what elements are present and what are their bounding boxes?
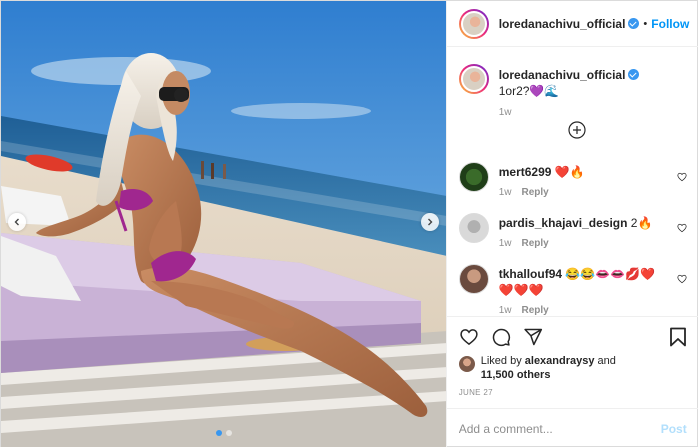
caption-username-link[interactable]: loredanachivu_official [499,68,640,82]
comment-age: 1w [498,305,512,316]
avatar[interactable] [458,8,489,39]
heart-icon[interactable] [677,172,687,182]
comment-text: 2🔥 [630,216,653,230]
post-side-panel: loredanachivu_official • Follow loredana… [445,1,698,447]
comment-input[interactable] [458,421,661,436]
comment-icon[interactable] [491,327,511,347]
chevron-right-icon [428,218,433,226]
comments-list[interactable]: loredanachivu_official 1or2?💜🌊 1w mert62… [447,48,698,316]
heart-icon[interactable] [677,274,687,284]
add-comment-bar: Post [446,408,698,447]
comment-avatar[interactable] [458,162,489,192]
bookmark-icon[interactable] [669,327,687,347]
comment-age: 1w [498,187,512,198]
beach-photo-image [1,1,446,447]
verified-badge-icon [628,17,640,29]
liked-by-user-link[interactable]: alexandraysy [525,355,595,367]
post-date[interactable]: JUNE 27 [459,388,493,397]
comment-avatar[interactable] [458,213,489,243]
comment-item: mert6299 ❤️🔥 1w Reply [458,162,691,198]
liked-by-prefix: Liked by [480,355,522,367]
header-username-link[interactable]: loredanachivu_official [499,17,640,31]
likes-count-link[interactable]: 11,500 others [481,369,551,381]
add-circle-icon[interactable] [568,121,586,139]
comment-username-link[interactable]: tkhallouf94 [499,267,562,281]
heart-icon[interactable] [677,223,687,233]
carousel-dot-1 [216,430,222,436]
caption-age: 1w [498,107,512,118]
share-icon[interactable] [523,327,543,347]
comment-item: pardis_khajavi_design 2🔥 1w Reply [458,213,691,249]
caption-text: 1or2?💜🌊 [498,84,560,98]
reply-button[interactable]: Reply [522,238,549,249]
carousel-dot-2 [226,430,232,436]
comment-text: ❤️🔥 [554,165,585,179]
action-bar [459,327,543,347]
next-slide-button[interactable] [421,213,439,231]
comment-username-link[interactable]: mert6299 [499,165,552,179]
post-comment-button[interactable]: Post [661,422,687,436]
header-separator: • [643,17,648,30]
carousel-indicator [1,430,446,436]
post-photo[interactable] [1,1,446,447]
caption-avatar[interactable] [458,64,489,94]
comment-item: tkhallouf94 😂😂👄👄💋❤️❤️❤️❤️ 1w Reply [458,264,691,316]
liked-by-and: and [597,355,616,367]
reply-button[interactable]: Reply [522,305,549,316]
previous-slide-button[interactable] [8,213,26,231]
verified-badge-icon [628,69,640,80]
post-dialog: loredanachivu_official • Follow loredana… [0,0,698,447]
heart-icon[interactable] [459,327,479,347]
post-actions-section: Liked by alexandraysy and 11,500 others … [446,316,698,408]
caption-row: loredanachivu_official 1or2?💜🌊 1w [458,64,691,118]
reply-button[interactable]: Reply [522,187,549,198]
likes-summary: Liked by alexandraysy and 11,500 others [458,354,616,382]
post-header: loredanachivu_official • Follow [446,1,698,47]
comment-age: 1w [498,238,512,249]
follow-button[interactable]: Follow [651,17,689,31]
comment-avatar[interactable] [458,264,489,294]
comment-username-link[interactable]: pardis_khajavi_design [499,216,628,230]
liker-avatar[interactable] [458,356,475,372]
chevron-left-icon [14,218,19,226]
